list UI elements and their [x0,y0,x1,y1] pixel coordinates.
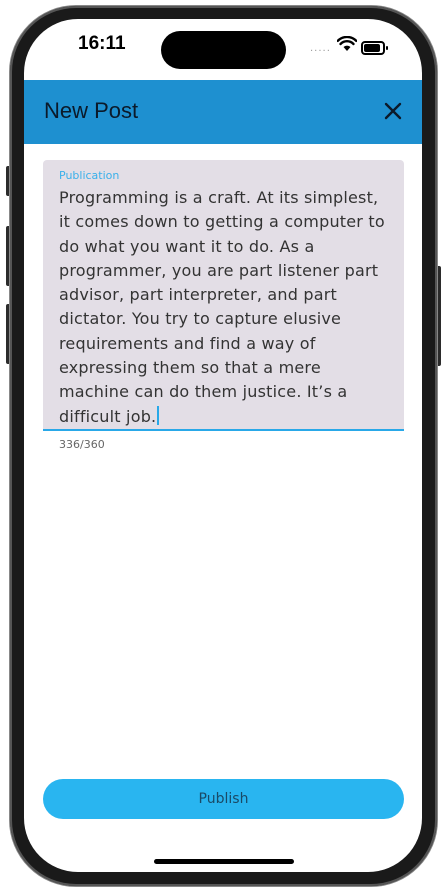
close-button[interactable] [378,96,408,126]
dynamic-island [161,31,286,69]
app-bar: New Post [24,80,422,144]
field-label: Publication [59,169,120,182]
publication-text-field[interactable]: Publication Programming is a craft. At i… [43,160,404,431]
home-indicator[interactable] [154,859,294,864]
publication-input[interactable]: Programming is a craft. At its simplest,… [59,186,394,429]
text-caret [157,405,160,425]
close-icon [384,102,402,120]
wifi-icon [337,36,357,51]
signal-icon: ..... [310,43,331,54]
status-bar: 16:11 ..... [24,19,422,81]
page-title: New Post [44,98,139,123]
publication-text: Programming is a craft. At its simplest,… [59,188,385,426]
publish-button[interactable]: Publish [43,779,404,819]
status-time: 16:11 [78,33,126,54]
battery-icon [361,41,388,55]
phone-frame: 16:11 ..... New Post Publication Program… [0,0,447,891]
screen: 16:11 ..... New Post Publication Program… [24,19,422,872]
character-counter: 336/360 [59,438,105,451]
